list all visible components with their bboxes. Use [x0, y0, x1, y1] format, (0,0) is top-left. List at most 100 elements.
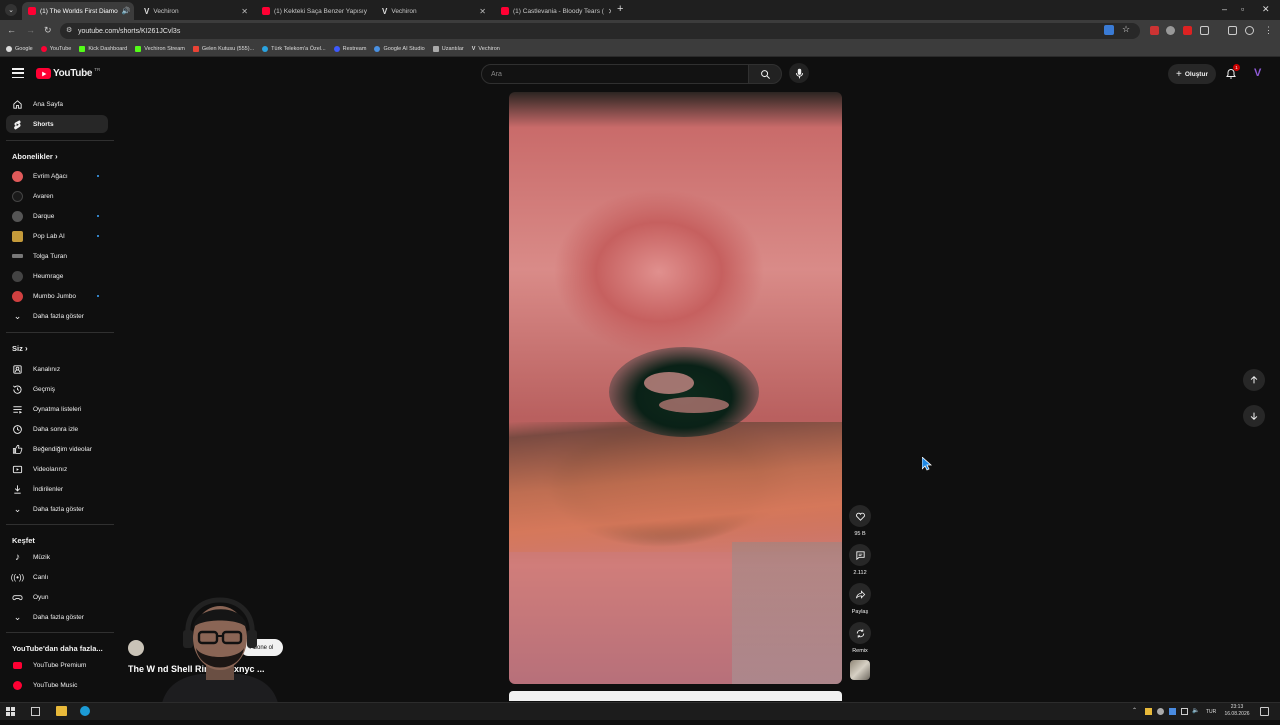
hamburger-menu-icon[interactable] [12, 68, 24, 78]
comments-button[interactable] [849, 544, 871, 566]
sidebar-item-playlists[interactable]: Oynatma listeleri [6, 400, 108, 418]
sidebar-item-shorts[interactable]: Shorts [6, 115, 108, 133]
sidebar-item-subscription[interactable]: Mumbo Jumbo [6, 287, 108, 305]
new-tab-icon[interactable]: + [617, 3, 623, 15]
volume-icon[interactable]: 🔈 [1192, 707, 1199, 714]
comment-count: 2.112 [853, 570, 867, 576]
tray-app-icon[interactable] [1157, 708, 1164, 715]
sidebar-item-subscription[interactable]: Tolga Turan [6, 247, 108, 265]
tab-title: (1) The Worlds First Diamo [40, 7, 118, 15]
bookmark-youtube[interactable]: YouTube [40, 46, 71, 52]
speaker-icon[interactable]: 🔊 [122, 7, 131, 15]
address-bar[interactable]: ⚙ youtube.com/shorts/KI261JCvl3s ☆ [60, 23, 1140, 39]
extension-icon[interactable] [1183, 26, 1192, 35]
sidebar-show-more-explore[interactable]: ⌄ Daha fazla göster [6, 608, 108, 626]
tab-1[interactable]: (1) The Worlds First Diamo 🔊 ✕ [22, 2, 134, 20]
minimize-icon[interactable]: – [1222, 4, 1227, 14]
sidebar-item-downloads[interactable]: İndirilenler [6, 480, 108, 498]
next-short-button[interactable] [1243, 405, 1265, 427]
sidebar-show-more-subscriptions[interactable]: ⌄ Daha fazla göster [6, 307, 108, 325]
bookmark-gmail[interactable]: Gelen Kutusu (555)... [192, 46, 254, 52]
sidebar-item-subscription[interactable]: Pop Lab AI [6, 227, 108, 245]
site-info-icon[interactable]: ⚙ [66, 26, 72, 34]
forward-icon[interactable]: → [26, 25, 35, 35]
search-button[interactable] [748, 64, 782, 84]
bookmark-uzantilar[interactable]: Uzantılar [432, 46, 464, 52]
back-icon[interactable]: ← [7, 25, 16, 35]
sidebar-item-liked-videos[interactable]: Beğendiğim videolar [6, 440, 108, 458]
tab-3[interactable]: (1) Kekteki Saça Benzer Yapısıy ✕ [256, 2, 372, 20]
more-from-youtube-header: YouTube'dan daha fazla... [12, 644, 103, 653]
tab-search-icon[interactable]: ⌄ [5, 4, 17, 16]
youtube-premium-icon [12, 660, 23, 671]
close-window-icon[interactable]: ✕ [1262, 4, 1270, 15]
tab-4[interactable]: V Vechiron ✕ [376, 2, 492, 20]
create-button[interactable]: + Oluştur [1168, 64, 1216, 84]
tab-5[interactable]: (1) Castlevania - Bloody Tears ( ✕ [495, 2, 611, 20]
bookmark-turk-telekom[interactable]: Türk Telekom'a Özel... [262, 46, 326, 52]
extensions-puzzle-icon[interactable] [1200, 26, 1209, 35]
bookmark-kick-dashboard[interactable]: Kick Dashboard [79, 46, 127, 52]
previous-short-button[interactable] [1243, 369, 1265, 391]
translate-icon[interactable] [1104, 25, 1114, 35]
extension-icon[interactable] [1150, 26, 1159, 35]
sidebar-item-watch-later[interactable]: Daha sonra izle [6, 420, 108, 438]
bookmark-google[interactable]: Google [6, 46, 33, 52]
windows-start-icon[interactable] [6, 707, 15, 716]
network-icon[interactable] [1181, 708, 1188, 715]
sidebar-item-your-channel[interactable]: Kanalınız [6, 360, 108, 378]
bookmark-star-icon[interactable]: ☆ [1122, 24, 1130, 35]
maximize-icon[interactable]: ▫ [1241, 4, 1244, 14]
sidebar-item-youtube-music[interactable]: YouTube Music [6, 676, 108, 694]
sidebar-item-history[interactable]: Geçmiş [6, 380, 108, 398]
tab-2[interactable]: V Vechiron ✕ [138, 2, 254, 20]
share-button[interactable] [849, 583, 871, 605]
search-input[interactable]: Ara [481, 64, 749, 84]
account-avatar[interactable]: V [1254, 67, 1261, 79]
extension-icon[interactable] [1166, 26, 1175, 35]
shorts-video-player[interactable] [509, 92, 842, 684]
remix-button[interactable] [849, 622, 871, 644]
sidebar-item-live[interactable]: ((•)) Canlı [6, 568, 108, 586]
tray-overflow-icon[interactable]: ⌃ [1132, 707, 1137, 714]
sidebar-item-subscription[interactable]: Heumrage [6, 267, 108, 285]
next-short-preview[interactable] [509, 691, 842, 701]
bookmark-vechiron[interactable]: V Vechiron [472, 46, 500, 52]
sidebar-item-youtube-premium[interactable]: YouTube Premium [6, 656, 108, 674]
bookmark-google-ai-studio[interactable]: Google AI Studio [374, 46, 425, 52]
tray-app-icon[interactable] [1169, 708, 1176, 715]
tray-app-icon[interactable] [1145, 708, 1152, 715]
sidebar-item-subscription[interactable]: Evrim Ağacı [6, 167, 108, 185]
task-view-icon[interactable] [31, 707, 40, 716]
sidebar-item-gaming[interactable]: Oyun [6, 588, 108, 606]
notification-center-icon[interactable] [1260, 707, 1269, 716]
sidebar-show-more-you[interactable]: ⌄ Daha fazla göster [6, 500, 108, 518]
clock[interactable]: 23:13 16.08.2026 [1222, 704, 1252, 718]
sidebar-item-subscription[interactable]: Darque [6, 207, 108, 225]
sound-thumbnail[interactable] [850, 660, 870, 680]
close-tab-icon[interactable]: ✕ [371, 7, 372, 16]
notifications-button[interactable]: 1 [1225, 64, 1240, 81]
sidebar-item-home[interactable]: Ana Sayfa [6, 95, 108, 113]
input-language[interactable]: TUR [1206, 709, 1216, 715]
bookmark-restream[interactable]: Restream [333, 46, 366, 52]
voice-search-button[interactable] [789, 63, 809, 83]
subscriptions-header[interactable]: Abonelikler › [12, 152, 58, 161]
file-explorer-icon[interactable] [56, 706, 67, 716]
reload-icon[interactable]: ↻ [44, 25, 52, 36]
profile-icon[interactable] [1245, 26, 1254, 35]
like-button[interactable] [849, 505, 871, 527]
close-tab-icon[interactable]: ✕ [479, 7, 486, 16]
browser-menu-icon[interactable]: ⋮ [1264, 25, 1273, 36]
close-tab-icon[interactable]: ✕ [241, 7, 248, 16]
vechiron-favicon-icon: V [144, 6, 150, 16]
steam-icon[interactable] [80, 706, 90, 716]
sidebar-item-music[interactable]: ♪ Müzik [6, 548, 108, 566]
youtube-logo[interactable]: YouTube TR [36, 67, 100, 79]
you-header[interactable]: Siz › [12, 344, 28, 353]
media-control-icon[interactable] [1228, 26, 1237, 35]
close-tab-icon[interactable]: ✕ [608, 7, 611, 16]
sidebar-item-subscription[interactable]: Avaren [6, 187, 108, 205]
sidebar-item-your-videos[interactable]: Videolarınız [6, 460, 108, 478]
bookmark-vechiron-stream[interactable]: Vechiron Stream [135, 46, 185, 52]
